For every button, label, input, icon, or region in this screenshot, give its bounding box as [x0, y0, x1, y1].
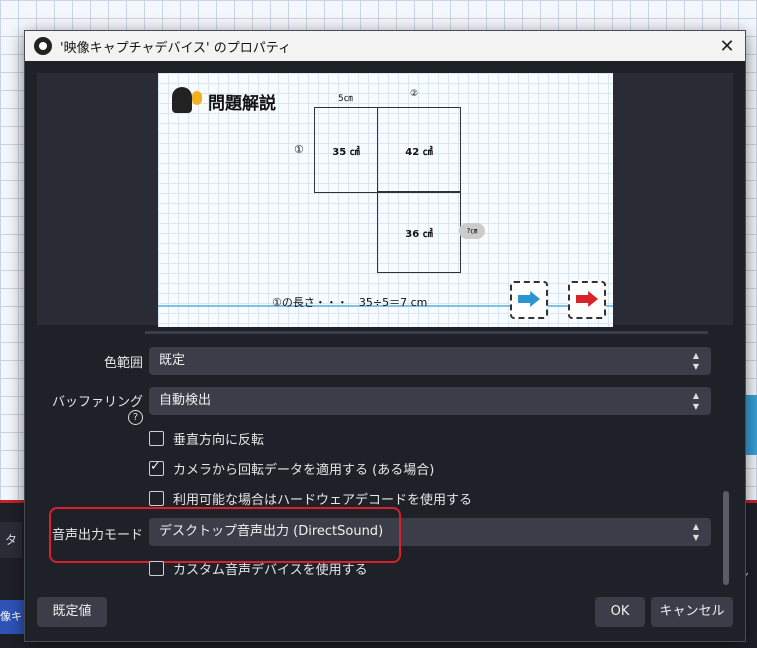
hardware-decode-label: 利用可能な場合はハードウェアデコードを使用する	[173, 493, 473, 508]
preview-box-2: 42 ㎠	[377, 107, 461, 193]
buffering-label-row: バッファリング ?	[35, 391, 143, 425]
title-bar[interactable]: '映像キャプチャデバイス' のプロパティ ✕	[25, 31, 745, 61]
ok-button[interactable]: OK	[595, 597, 645, 627]
apply-rotation-label: カメラから回転データを適用する (ある場合)	[173, 463, 435, 478]
chevron-updown-icon: ▲ ▼	[692, 351, 700, 371]
chevron-updown-icon: ▲ ▼	[692, 391, 700, 411]
vertical-scrollbar[interactable]	[723, 491, 729, 585]
hardware-decode-checkbox[interactable]: 利用可能な場合はハードウェアデコードを使用する	[149, 489, 472, 508]
video-preview-area: 問題解説 5㎝ ② ① 35 ㎠ 42 ㎠ 36 ㎠ ?㎝ ①の長さ・・・ 35…	[37, 73, 733, 327]
preview-top-label-2: ②	[410, 89, 419, 99]
dialog-title: '映像キャプチャデバイス' のプロパティ	[60, 40, 291, 56]
help-icon[interactable]: ?	[128, 410, 143, 425]
preview-top-label-1: 5㎝	[338, 94, 353, 104]
color-range-value: 既定	[159, 353, 186, 368]
buffering-label: バッファリング	[51, 395, 143, 410]
obs-app-icon	[34, 37, 52, 55]
preview-splitter[interactable]	[145, 331, 708, 334]
preview-next-icon	[510, 281, 548, 319]
buffering-value: 自動検出	[159, 393, 212, 408]
custom-audio-checkbox[interactable]: カスタム音声デバイスを使用する	[149, 559, 368, 578]
color-range-label: 色範囲	[103, 356, 143, 371]
preview-unknown-label: ?㎝	[459, 223, 485, 239]
preview-box-3: 36 ㎠	[377, 191, 461, 273]
presenter-logo-icon	[172, 87, 192, 113]
buffering-select[interactable]: 自動検出 ▲ ▼	[149, 387, 711, 415]
properties-dialog: '映像キャプチャデバイス' のプロパティ ✕ 問題解説 5㎝ ② ① 35 ㎠ …	[24, 30, 746, 642]
checkbox-box[interactable]	[149, 459, 164, 476]
apply-rotation-checkbox[interactable]: カメラから回転データを適用する (ある場合)	[149, 459, 434, 478]
lightbulb-icon	[192, 91, 202, 105]
background-source-tab[interactable]: 像キャ	[0, 600, 24, 634]
preview-box-1: 35 ㎠	[314, 107, 378, 193]
flip-vertical-label: 垂直方向に反転	[173, 433, 265, 448]
cancel-button[interactable]: キャンセル	[651, 597, 733, 627]
checkbox-box[interactable]	[149, 561, 164, 576]
checkbox-box[interactable]	[149, 431, 164, 446]
checkbox-box[interactable]	[149, 491, 164, 506]
flip-vertical-checkbox[interactable]: 垂直方向に反転	[149, 429, 264, 448]
color-range-select[interactable]: 既定 ▲ ▼	[149, 347, 711, 375]
preview-side-label: ①	[294, 143, 304, 156]
chevron-updown-icon: ▲ ▼	[692, 522, 700, 542]
preview-heading: 問題解説	[208, 94, 276, 114]
defaults-button[interactable]: 既定値	[37, 597, 107, 627]
custom-audio-label: カスタム音声デバイスを使用する	[173, 563, 368, 578]
video-preview: 問題解説 5㎝ ② ① 35 ㎠ 42 ㎠ 36 ㎠ ?㎝ ①の長さ・・・ 35…	[158, 73, 613, 327]
preview-back-icon	[568, 281, 606, 319]
highlight-annotation	[49, 507, 401, 563]
background-left-label: タ	[0, 522, 22, 558]
preview-formula: ①の長さ・・・ 35÷5＝7 cm	[272, 296, 428, 309]
close-button[interactable]: ✕	[709, 36, 745, 57]
